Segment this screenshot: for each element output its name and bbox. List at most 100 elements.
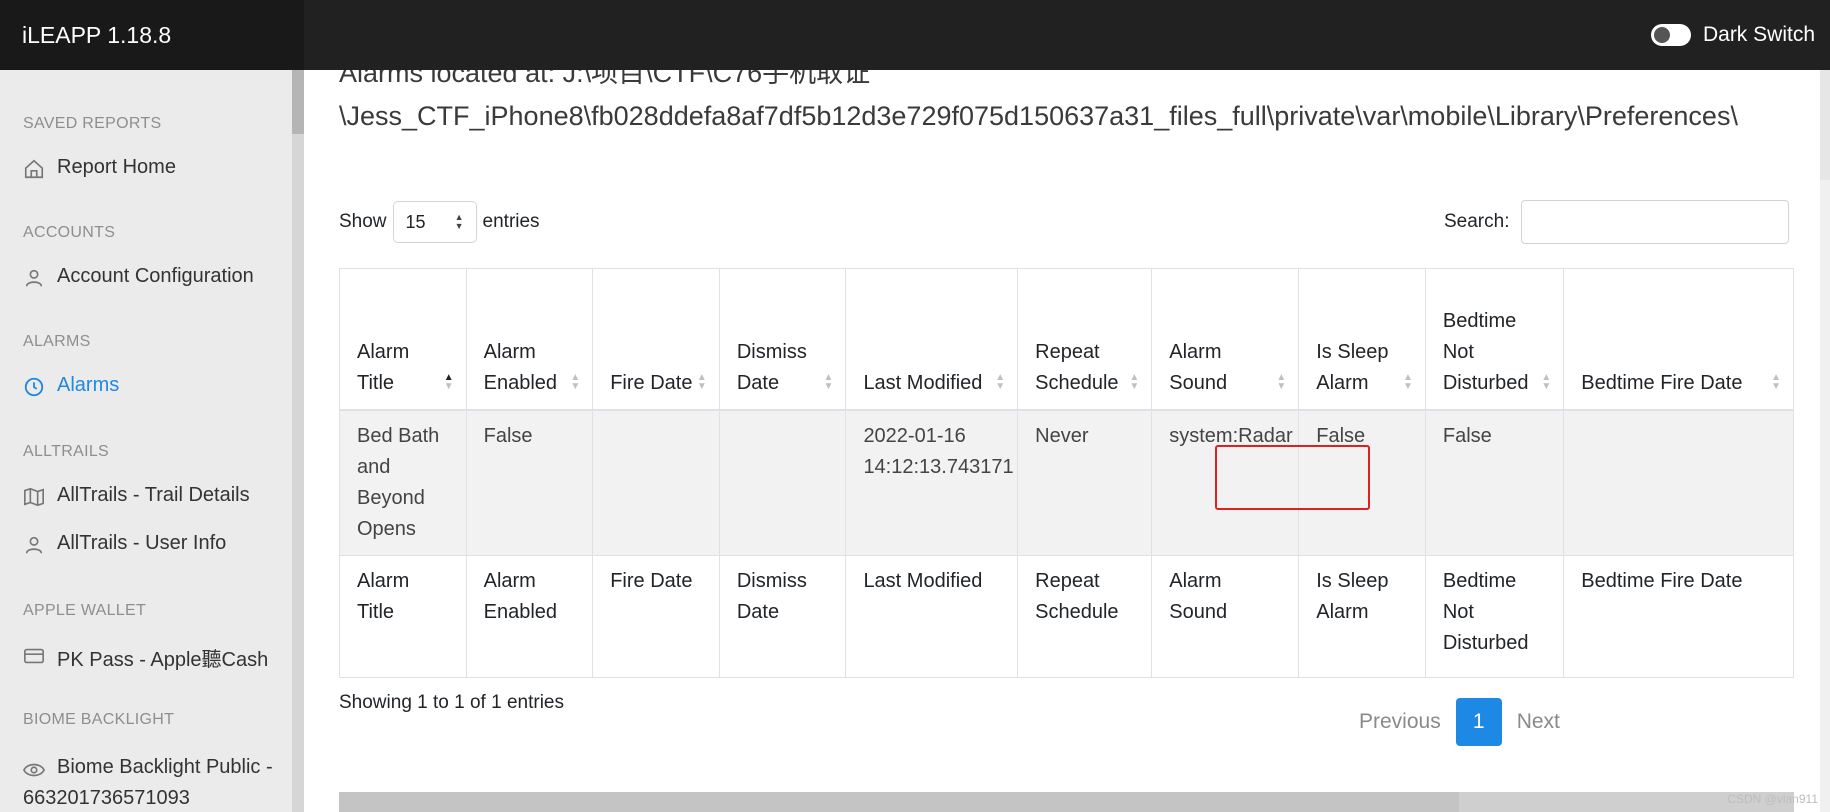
alarms-table: Alarm Title ▲ ▼ Alarm Enabled ▲ ▼ Fire Date ▲… — [339, 268, 1794, 678]
report-content: Alarms located at: J:\项目\CTF\C76手机取证 \Je… — [304, 70, 1830, 812]
entries-select[interactable]: 15 ▲ ▼ — [392, 201, 477, 243]
footer-alarm-title: Alarm Title — [339, 555, 467, 678]
dark-switch-toggle[interactable] — [1650, 24, 1691, 46]
sort-ascending-icon: ▲ ▼ — [443, 372, 454, 392]
sort-icon: ▲ ▼ — [995, 372, 1006, 392]
sidebar: SAVED REPORTS Report Home ACCOUNTS Accou… — [0, 70, 304, 812]
page-1-button[interactable]: 1 — [1455, 698, 1502, 746]
sidebar-item-pk-pass-apple-cash[interactable]: PK Pass - Apple聽Cash — [23, 643, 268, 672]
user-icon — [25, 269, 43, 287]
report-path-line-2: \Jess_CTF_iPhone8\fb028ddefa8af7df5b12d3… — [339, 101, 1738, 131]
footer-dismiss-date: Dismiss Date — [718, 555, 847, 678]
sidebar-heading-apple-wallet: APPLE WALLET — [23, 602, 147, 619]
sidebar-item-label: PK Pass - Apple聽Cash — [57, 649, 269, 671]
show-label: Show — [339, 211, 387, 232]
table-info: Showing 1 to 1 of 1 entries — [339, 692, 564, 713]
sidebar-item-label: AllTrails - Trail Details — [57, 484, 250, 506]
sort-icon: ▲ ▼ — [823, 372, 834, 392]
sidebar-scrollbar[interactable] — [292, 70, 304, 812]
dark-switch-label: Dark Switch — [1702, 23, 1815, 46]
entries-length-control: Show 15 ▲ ▼ entries — [339, 201, 540, 243]
top-navbar: iLEAPP 1.18.8 Dark Switch — [0, 0, 1830, 70]
footer-repeat-schedule: Repeat Schedule — [1017, 555, 1153, 678]
table-footer-row: Alarm Title Alarm Enabled Fire Date Dism… — [339, 555, 1794, 678]
column-header-is-sleep-alarm[interactable]: Is Sleep Alarm ▲ ▼ — [1298, 268, 1426, 411]
table-header-row: Alarm Title ▲ ▼ Alarm Enabled ▲ ▼ Fire Date ▲… — [339, 268, 1794, 411]
entries-select-value: 15 — [405, 211, 426, 232]
sort-icon: ▲ ▼ — [1129, 372, 1140, 392]
sidebar-heading-alltrails: ALLTRAILS — [23, 443, 109, 460]
pagination: Previous 1 Next — [1344, 698, 1575, 746]
cell-dismiss-date — [718, 409, 847, 556]
sidebar-item-label: AllTrails - User Info — [57, 532, 227, 554]
app-title[interactable]: iLEAPP 1.18.8 — [0, 0, 304, 70]
highlight-box — [1215, 445, 1370, 510]
column-header-last-modified[interactable]: Last Modified ▲ ▼ — [845, 268, 1019, 411]
sidebar-item-alarms[interactable]: Alarms — [23, 374, 119, 398]
clock-icon — [24, 377, 44, 397]
table-search: Search: — [1444, 200, 1790, 244]
sidebar-item-label: Alarms — [57, 374, 120, 396]
cell-alarm-title: Bed Bath and Beyond Opens — [339, 409, 467, 556]
horizontal-scrollbar-thumb[interactable] — [339, 792, 1459, 812]
page-scrollbar[interactable] — [1820, 70, 1830, 812]
horizontal-scrollbar[interactable] — [339, 792, 1794, 812]
footer-fire-date: Fire Date — [592, 555, 720, 678]
sidebar-item-report-home[interactable]: Report Home — [23, 156, 176, 180]
sidebar-heading-biome-backlight: BIOME BACKLIGHT — [23, 711, 175, 728]
sidebar-item-label: Report Home — [57, 156, 176, 178]
footer-alarm-enabled: Alarm Enabled — [465, 555, 594, 678]
column-header-alarm-enabled[interactable]: Alarm Enabled ▲ ▼ — [465, 268, 594, 411]
sidebar-item-label: Account Configuration — [57, 265, 254, 287]
entries-label: entries — [482, 211, 540, 232]
cell-alarm-enabled: False — [465, 409, 594, 556]
next-page-button[interactable]: Next — [1502, 710, 1575, 734]
credit-card-icon — [24, 648, 44, 664]
previous-page-button[interactable]: Previous — [1344, 710, 1456, 734]
column-header-repeat-schedule[interactable]: Repeat Schedule ▲ ▼ — [1017, 268, 1153, 411]
sort-icon: ▲ ▼ — [1771, 372, 1781, 392]
dark-switch[interactable]: Dark Switch — [1650, 0, 1815, 70]
search-label: Search: — [1444, 211, 1510, 232]
search-input[interactable] — [1521, 200, 1790, 244]
map-icon — [24, 487, 44, 507]
sidebar-item-alltrails-user-info[interactable]: AllTrails - User Info — [23, 532, 226, 556]
cell-bedtime-not-disturbed: False — [1424, 409, 1565, 556]
cell-last-modified: 2022-01-16 14:12:13.743171 — [845, 409, 1019, 556]
sort-icon: ▲ ▼ — [1402, 372, 1413, 392]
sidebar-heading-alarms: ALARMS — [23, 333, 91, 350]
user-icon — [25, 536, 43, 554]
column-header-bedtime-not-disturbed[interactable]: Bedtime Not Disturbed ▲ ▼ — [1424, 268, 1565, 411]
sidebar-item-account-configuration[interactable]: Account Configuration — [23, 265, 254, 289]
footer-bedtime-not-disturbed: Bedtime Not Disturbed — [1424, 555, 1565, 678]
footer-last-modified: Last Modified — [845, 555, 1019, 678]
report-path-line-1: Alarms located at: J:\项目\CTF\C76手机取证 — [339, 70, 871, 88]
column-header-alarm-title[interactable]: Alarm Title ▲ ▼ — [339, 268, 467, 411]
watermark: CSDN @vlan911 — [1727, 792, 1818, 806]
sidebar-scrollbar-thumb[interactable] — [292, 70, 304, 134]
cell-fire-date — [592, 409, 720, 556]
cell-repeat-schedule: Never — [1017, 409, 1153, 556]
page-scrollbar-thumb[interactable] — [1820, 70, 1830, 180]
sort-icon: ▲ ▼ — [1276, 372, 1287, 392]
sort-icon: ▲ ▼ — [696, 372, 707, 392]
column-header-bedtime-fire-date[interactable]: Bedtime Fire Date ▲ ▼ — [1563, 268, 1794, 411]
footer-is-sleep-alarm: Is Sleep Alarm — [1298, 555, 1426, 678]
sidebar-item-biome-backlight-public[interactable]: Biome Backlight Public - 663201736571093 — [23, 752, 273, 812]
sidebar-heading-saved-reports: SAVED REPORTS — [23, 115, 162, 132]
footer-bedtime-fire-date: Bedtime Fire Date — [1563, 555, 1794, 678]
report-path: Alarms located at: J:\项目\CTF\C76手机取证 \Je… — [339, 70, 1738, 138]
column-header-fire-date[interactable]: Fire Date ▲ ▼ — [592, 268, 720, 411]
column-header-alarm-sound[interactable]: Alarm Sound ▲ ▼ — [1151, 268, 1300, 411]
sidebar-heading-accounts: ACCOUNTS — [23, 224, 116, 241]
sort-icon: ▲ ▼ — [570, 372, 581, 392]
cell-bedtime-fire-date — [1563, 409, 1794, 556]
table-row[interactable]: Bed Bath and Beyond Opens False 2022-01-… — [339, 409, 1794, 556]
sidebar-item-alltrails-trail-details[interactable]: AllTrails - Trail Details — [23, 484, 250, 508]
eye-icon — [23, 763, 45, 777]
home-icon — [24, 159, 44, 179]
column-header-dismiss-date[interactable]: Dismiss Date ▲ ▼ — [718, 268, 847, 411]
footer-alarm-sound: Alarm Sound — [1151, 555, 1300, 678]
select-arrows-icon: ▲ ▼ — [454, 212, 464, 231]
sort-icon: ▲ ▼ — [1541, 372, 1552, 392]
